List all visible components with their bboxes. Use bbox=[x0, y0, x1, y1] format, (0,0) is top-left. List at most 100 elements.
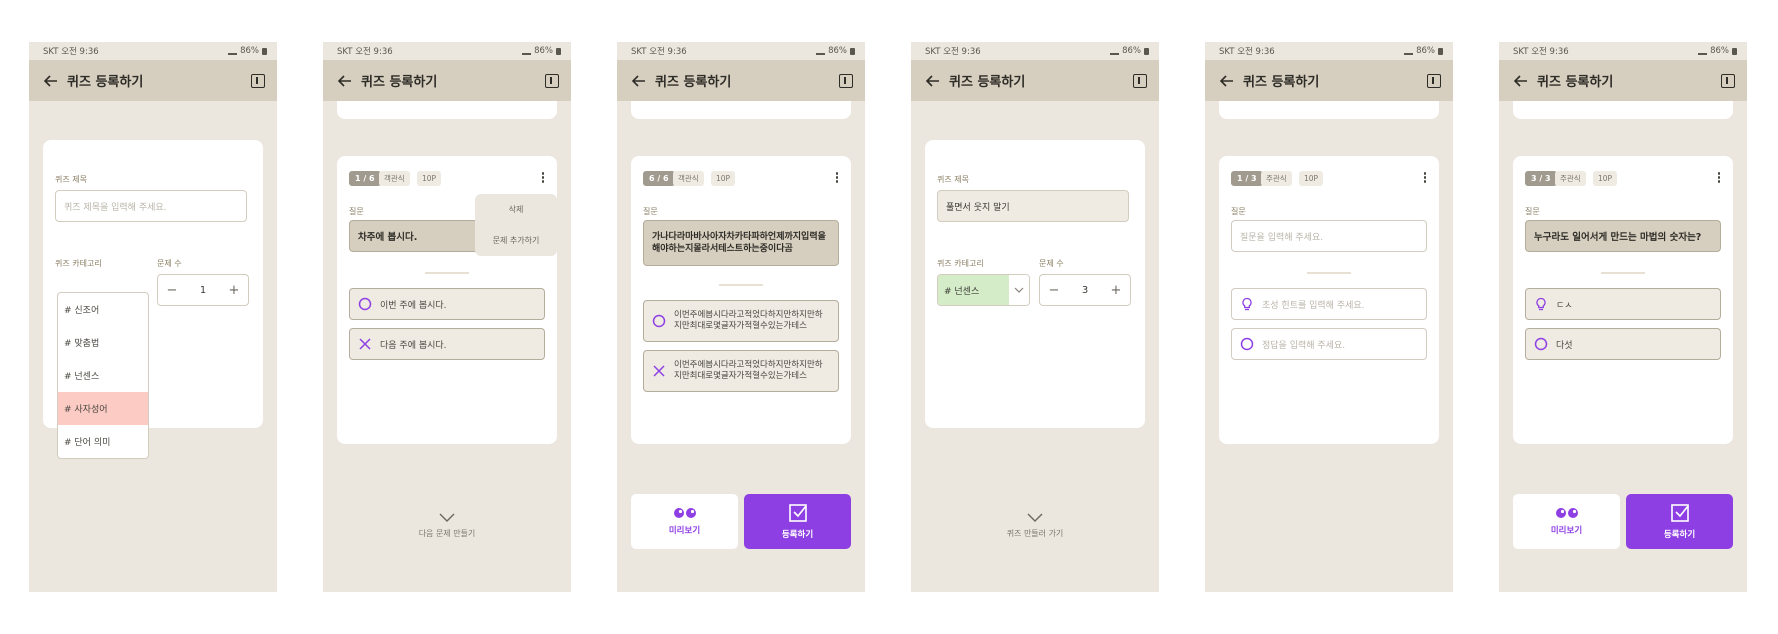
wrong-x-icon bbox=[653, 365, 665, 377]
info-icon[interactable] bbox=[1427, 73, 1441, 88]
app-bar: 퀴즈 등록하기 bbox=[29, 60, 277, 101]
previous-card-edge bbox=[631, 101, 851, 119]
points-badge: 10P bbox=[1593, 171, 1618, 186]
question-input[interactable]: 누구라도 일어서게 만드는 마법의 숫자는? bbox=[1525, 220, 1721, 252]
divider bbox=[425, 272, 469, 274]
question-label: 질문 bbox=[349, 207, 364, 216]
page-title: 퀴즈 등록하기 bbox=[949, 75, 1026, 90]
answer-text: 이번 주에 봅시다. bbox=[380, 300, 447, 311]
info-icon[interactable] bbox=[251, 73, 265, 88]
app-bar: 퀴즈 등록하기 bbox=[323, 60, 571, 101]
question-card: 1 / 6 객관식 10P 질문 차주에 봅시다. 이번 주에 봅시다. 다음 … bbox=[337, 156, 557, 444]
next-question-link[interactable]: 다음 문제 만들기 bbox=[323, 512, 571, 539]
quiz-title-input[interactable]: 퀴즈 제목을 입력해 주세요. bbox=[55, 190, 247, 222]
signal-icon bbox=[1404, 48, 1414, 55]
points-badge: 10P bbox=[711, 171, 736, 186]
page-title: 퀴즈 등록하기 bbox=[361, 75, 438, 90]
info-icon[interactable] bbox=[839, 73, 853, 88]
question-type-badge: 주관식 bbox=[1261, 171, 1292, 186]
more-menu-icon[interactable] bbox=[541, 172, 545, 184]
preview-button[interactable]: 미리보기 bbox=[631, 494, 738, 549]
question-label: 질문 bbox=[1231, 207, 1246, 216]
carrier: SKT bbox=[1513, 47, 1529, 57]
page-title: 퀴즈 등록하기 bbox=[67, 75, 144, 90]
submit-button[interactable]: 등록하기 bbox=[1626, 494, 1733, 549]
signal-icon bbox=[1110, 48, 1120, 55]
previous-card-edge bbox=[1219, 101, 1439, 119]
question-input[interactable]: 질문을 입력해 주세요. bbox=[1231, 220, 1427, 252]
answer-option[interactable]: 이번주에봅시다라고적었다하지만하지만하지만최대로몇글자가적혈수있는가테스 bbox=[643, 300, 839, 342]
question-count-label: 문제 수 bbox=[1039, 259, 1064, 268]
quiz-title-input[interactable]: 풀면서 웃지 말기 bbox=[937, 190, 1129, 222]
back-arrow-icon[interactable] bbox=[1219, 73, 1235, 89]
info-icon[interactable] bbox=[545, 73, 559, 88]
answer-option[interactable]: 다음 주에 봅시다. bbox=[349, 328, 545, 360]
category-option[interactable]: # 신조어 bbox=[58, 293, 148, 326]
page-title: 퀴즈 등록하기 bbox=[1537, 75, 1614, 90]
delete-menu-item[interactable]: 삭제 bbox=[475, 194, 557, 225]
hint-text: ㄷㅅ bbox=[1556, 300, 1573, 311]
back-arrow-icon[interactable] bbox=[925, 73, 941, 89]
signal-icon bbox=[522, 48, 532, 55]
status-time: 오전 9:36 bbox=[1237, 47, 1275, 57]
quiz-category-label: 퀴즈 카테고리 bbox=[937, 259, 984, 268]
category-select[interactable]: # 넌센스 bbox=[937, 274, 1030, 306]
category-option-selected[interactable]: # 사자성어 bbox=[58, 392, 148, 425]
more-menu-icon[interactable] bbox=[1717, 172, 1721, 184]
status-time: 오전 9:36 bbox=[1531, 47, 1569, 57]
chevron-down-icon bbox=[439, 513, 455, 522]
back-arrow-icon[interactable] bbox=[631, 73, 647, 89]
answer-text: 다섯 bbox=[1556, 340, 1573, 351]
preview-button[interactable]: 미리보기 bbox=[1513, 494, 1620, 549]
question-progress-badge: 1 / 3 bbox=[1231, 171, 1263, 186]
divider bbox=[1601, 272, 1645, 274]
quiz-title-label: 퀴즈 제목 bbox=[937, 175, 969, 184]
checkbox-icon bbox=[788, 504, 807, 522]
submit-label: 등록하기 bbox=[1663, 530, 1696, 540]
question-count-stepper: − 1 + bbox=[157, 274, 249, 306]
info-icon[interactable] bbox=[1721, 73, 1735, 88]
category-option[interactable]: # 넌센스 bbox=[58, 359, 148, 392]
question-text: 누구라도 일어서게 만드는 마법의 숫자는? bbox=[1534, 232, 1702, 243]
question-text: 가나다라마바사아자차카타파하언제까지입력을해야하는지몰라서테스트하는중이다곰 bbox=[652, 231, 826, 254]
battery-icon bbox=[850, 47, 855, 55]
previous-card-edge bbox=[337, 101, 557, 119]
quiz-title-value: 풀면서 웃지 말기 bbox=[946, 202, 1010, 213]
minus-icon[interactable]: − bbox=[1048, 283, 1060, 298]
answer-option[interactable]: 이번주에봅시다라고적었다하지만하지만하지만최대로몇글자가적혈수있는가테스 bbox=[643, 350, 839, 392]
hint-input[interactable]: 초성 힌트를 입력해 주세요. bbox=[1231, 288, 1427, 320]
info-icon[interactable] bbox=[1133, 73, 1147, 88]
question-card: 3 / 3 주관식 10P 질문 누구라도 일어서게 만드는 마법의 숫자는? … bbox=[1513, 156, 1733, 444]
battery-icon bbox=[1732, 47, 1737, 55]
phone-screen-5: SKT 오전 9:36 86% 퀴즈 등록하기 1 / 3 주관식 10P 질문… bbox=[1205, 42, 1453, 592]
hint-placeholder: 초성 힌트를 입력해 주세요. bbox=[1262, 300, 1365, 311]
plus-icon[interactable]: + bbox=[228, 283, 240, 298]
more-menu-icon[interactable] bbox=[835, 172, 839, 184]
correct-circle-icon bbox=[1240, 337, 1254, 351]
answer-input[interactable]: 다섯 bbox=[1525, 328, 1721, 360]
hint-input[interactable]: ㄷㅅ bbox=[1525, 288, 1721, 320]
plus-icon[interactable]: + bbox=[1110, 283, 1122, 298]
page-title: 퀴즈 등록하기 bbox=[655, 75, 732, 90]
back-arrow-icon[interactable] bbox=[1513, 73, 1529, 89]
answer-input[interactable]: 정답을 입력해 주세요. bbox=[1231, 328, 1427, 360]
question-count-value: 3 bbox=[1081, 284, 1089, 296]
category-option[interactable]: # 맞춤법 bbox=[58, 326, 148, 359]
back-arrow-icon[interactable] bbox=[43, 73, 59, 89]
page-title: 퀴즈 등록하기 bbox=[1243, 75, 1320, 90]
submit-button[interactable]: 등록하기 bbox=[744, 494, 851, 549]
lightbulb-icon bbox=[1536, 297, 1546, 311]
signal-icon bbox=[1698, 48, 1708, 55]
more-menu-icon[interactable] bbox=[1423, 172, 1427, 184]
back-arrow-icon[interactable] bbox=[337, 73, 353, 89]
question-progress-badge: 1 / 6 bbox=[349, 171, 381, 186]
minus-icon[interactable]: − bbox=[166, 283, 178, 298]
question-input[interactable]: 가나다라마바사아자차카타파하언제까지입력을해야하는지몰라서테스트하는중이다곰 bbox=[643, 220, 839, 266]
answer-option[interactable]: 이번 주에 봅시다. bbox=[349, 288, 545, 320]
phone-screen-4: SKT 오전 9:36 86% 퀴즈 등록하기 퀴즈 제목 풀면서 웃지 말기 … bbox=[911, 42, 1159, 592]
lightbulb-icon bbox=[1242, 297, 1252, 311]
status-bar: SKT 오전 9:36 86% bbox=[1205, 42, 1453, 60]
category-option[interactable]: # 단어 의미 bbox=[58, 425, 148, 458]
add-question-menu-item[interactable]: 문제 추가하기 bbox=[475, 225, 557, 256]
back-to-quiz-link[interactable]: 퀴즈 만들러 가기 bbox=[911, 512, 1159, 539]
